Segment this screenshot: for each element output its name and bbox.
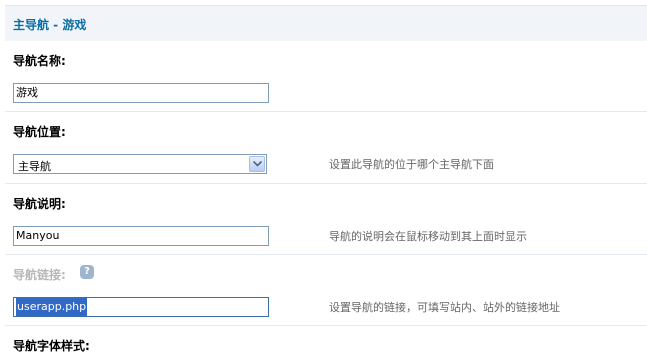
divider (5, 325, 647, 326)
section-title: 主导航 - 游戏 (13, 18, 87, 32)
nav-position-label: 导航位置: (13, 125, 66, 139)
nav-font-style-label: 导航字体样式: (13, 339, 90, 353)
divider (5, 254, 647, 255)
nav-name-input[interactable] (13, 83, 269, 103)
nav-name-label: 导航名称: (13, 54, 66, 68)
nav-link-value: userapp.php (16, 298, 88, 316)
nav-link-label: 导航链接: (13, 268, 66, 282)
dropdown-arrow-icon[interactable] (249, 156, 265, 172)
nav-description-hint: 导航的说明会在鼠标移动到其上面时显示 (329, 230, 527, 243)
nav-position-selected: 主导航 (18, 160, 51, 173)
nav-description-label: 导航说明: (13, 197, 66, 211)
help-icon[interactable]: ? (80, 265, 94, 279)
nav-link-input[interactable]: userapp.php (13, 297, 269, 317)
section-header: 主导航 - 游戏 (5, 5, 647, 41)
nav-position-select[interactable]: 主导航 (13, 154, 267, 174)
nav-link-hint: 设置导航的链接，可填写站内、站外的链接地址 (329, 301, 560, 314)
divider (5, 111, 647, 112)
divider (5, 183, 647, 184)
nav-description-input[interactable] (13, 226, 269, 246)
nav-position-hint: 设置此导航的位于哪个主导航下面 (329, 158, 494, 171)
